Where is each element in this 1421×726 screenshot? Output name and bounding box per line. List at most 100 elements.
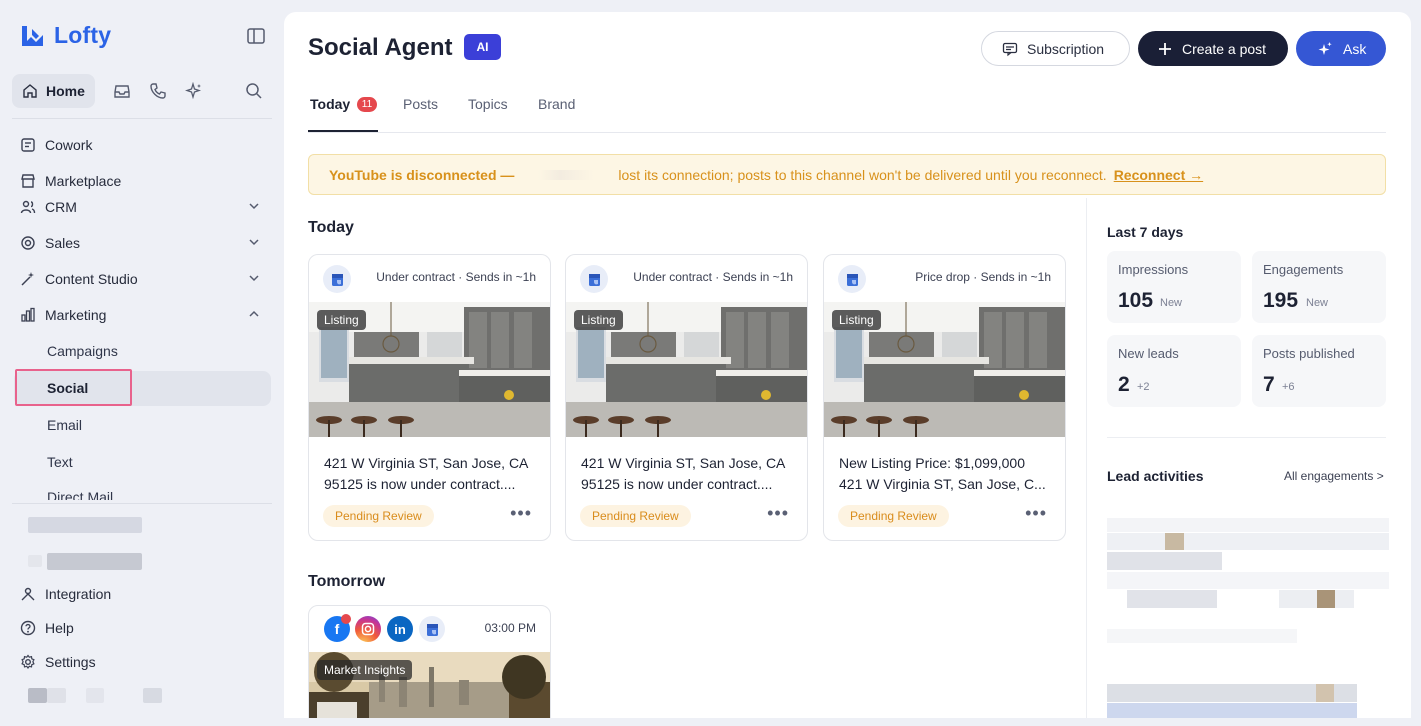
stats-divider <box>1107 437 1386 438</box>
redacted-activity <box>1107 533 1389 550</box>
tab-bar: Today 11 Posts Topics Brand <box>308 96 1386 133</box>
card-header: Price drop · Sends in ~1h <box>824 255 1065 302</box>
chevron-down-icon <box>249 203 259 210</box>
section-title-today: Today <box>308 219 354 236</box>
top-nav: Home <box>12 74 272 108</box>
ask-label: Ask <box>1343 40 1367 57</box>
stat-delta: New <box>1306 297 1329 309</box>
redacted-avatar <box>28 688 47 703</box>
sidebar-subitem-campaigns[interactable]: Campaigns <box>47 343 118 359</box>
redacted-activity <box>1107 552 1222 570</box>
ask-button[interactable]: Ask <box>1296 31 1386 66</box>
sidebar-item-label: Sales <box>45 235 81 251</box>
status-badge: Pending Review <box>323 505 434 527</box>
post-card[interactable]: Price drop · Sends in ~1h Listing New Li… <box>823 254 1066 541</box>
more-options-icon[interactable]: ••• <box>1025 503 1047 524</box>
sidebar-collapse-icon[interactable] <box>247 28 265 44</box>
google-business-icon <box>419 616 445 642</box>
listing-tag: Listing <box>317 310 366 330</box>
home-button[interactable]: Home <box>12 74 95 108</box>
lofty-logo[interactable]: Lofty <box>20 22 111 49</box>
more-options-icon[interactable]: ••• <box>510 503 532 524</box>
caption-line: New Listing Price: $1,099,000 <box>839 455 1025 471</box>
stat-card-posts-published: Posts published 7 +6 <box>1252 335 1386 407</box>
phone-icon[interactable] <box>149 82 167 100</box>
sidebar-subitem-email[interactable]: Email <box>47 417 82 433</box>
stat-delta: New <box>1160 297 1183 309</box>
redacted-activity <box>1107 703 1357 718</box>
sidebar-subitem-text[interactable]: Text <box>47 454 73 470</box>
error-dot-icon <box>341 614 351 624</box>
alert-title: YouTube is disconnected — <box>329 166 515 183</box>
help-icon <box>20 620 36 636</box>
stat-card-new-leads: New leads 2 +2 <box>1107 335 1241 407</box>
card-caption: New Listing Price: $1,099,000 421 W Virg… <box>839 453 1053 495</box>
sidebar-item-content-studio[interactable]: Content Studio <box>20 267 272 291</box>
caption-line: 421 W Virginia ST, San Jose, CA <box>324 455 529 471</box>
sparkle-icon[interactable] <box>184 82 203 100</box>
home-label: Home <box>46 83 85 99</box>
status-badge: Pending Review <box>838 505 949 527</box>
create-post-label: Create a post <box>1182 40 1267 57</box>
tab-brand[interactable]: Brand <box>538 96 575 112</box>
chevron-down-icon <box>249 239 259 246</box>
stat-label: Posts published <box>1263 346 1355 361</box>
sidebar-item-settings[interactable]: Settings <box>20 650 272 674</box>
inbox-icon[interactable] <box>113 82 131 100</box>
card-header: Under contract · Sends in ~1h <box>566 255 807 302</box>
redacted-activity <box>1107 518 1389 532</box>
section-title-tomorrow: Tomorrow <box>308 573 386 590</box>
sidebar-item-integration[interactable]: Integration <box>20 582 272 606</box>
redacted-activity <box>1107 572 1389 589</box>
sidebar-divider <box>12 118 272 119</box>
instagram-icon <box>355 616 381 642</box>
tab-today[interactable]: Today 11 <box>310 96 377 112</box>
linkedin-icon: in <box>387 616 413 642</box>
sidebar-subitem-social[interactable]: Social <box>47 380 88 396</box>
redacted-activity <box>1107 629 1297 643</box>
topic-tag: Market Insights <box>317 660 413 680</box>
subscription-button[interactable]: Subscription <box>981 31 1130 66</box>
search-icon[interactable] <box>245 82 263 100</box>
reconnect-link[interactable]: Reconnect → <box>1114 167 1203 183</box>
stat-card-engagements: Engagements 195 New <box>1252 251 1386 323</box>
tab-topics[interactable]: Topics <box>468 96 508 112</box>
scheduled-post-card[interactable]: f in 03:00 PM Market Insights <box>308 605 551 718</box>
all-engagements-link[interactable]: All engagements > <box>1284 469 1384 483</box>
plus-icon <box>1159 42 1171 55</box>
sidebar: Lofty Home Cowork Marketplace CRM Sales … <box>0 0 284 726</box>
sidebar-subitem-direct-mail[interactable]: Direct Mail <box>47 489 147 500</box>
chevron-up-icon <box>249 310 259 317</box>
lofty-logo-icon <box>22 25 43 46</box>
stats-title: Last 7 days <box>1107 224 1184 240</box>
stat-label: Engagements <box>1263 262 1344 277</box>
post-card[interactable]: Under contract · Sends in ~1h Listing 42… <box>565 254 808 541</box>
sidebar-item-sales[interactable]: Sales <box>20 231 272 255</box>
sidebar-item-marketing[interactable]: Marketing <box>20 303 272 327</box>
sidebar-item-crm[interactable]: CRM <box>20 195 272 219</box>
sidebar-item-marketplace[interactable]: Marketplace <box>20 169 272 193</box>
column-divider <box>1086 198 1087 718</box>
scheduled-time: 03:00 PM <box>484 621 536 635</box>
post-card[interactable]: Under contract · Sends in ~1h Listing 42… <box>308 254 551 541</box>
google-business-icon <box>838 265 866 293</box>
cowork-icon <box>21 138 35 152</box>
create-post-button[interactable]: Create a post <box>1138 31 1288 66</box>
caption-line: 421 W Virginia ST, San Jose, C... <box>839 476 1046 492</box>
active-tab-indicator <box>308 130 378 132</box>
sidebar-item-cowork[interactable]: Cowork <box>20 133 272 157</box>
stat-value: 195 <box>1263 289 1299 312</box>
bar-chart-icon <box>21 307 35 322</box>
tab-posts[interactable]: Posts <box>403 96 438 112</box>
google-business-icon <box>323 265 351 293</box>
status-badge: Pending Review <box>580 505 691 527</box>
card-caption: 421 W Virginia ST, San Jose, CA 95125 is… <box>324 453 538 495</box>
stat-value: 7 <box>1263 373 1275 396</box>
more-options-icon[interactable]: ••• <box>767 503 789 524</box>
sidebar-item-label: Content Studio <box>45 271 138 287</box>
integration-icon <box>21 587 35 601</box>
gear-icon <box>21 654 35 669</box>
tab-label: Today <box>310 96 351 112</box>
sidebar-item-help[interactable]: Help <box>20 616 272 640</box>
redacted-item <box>86 688 104 703</box>
